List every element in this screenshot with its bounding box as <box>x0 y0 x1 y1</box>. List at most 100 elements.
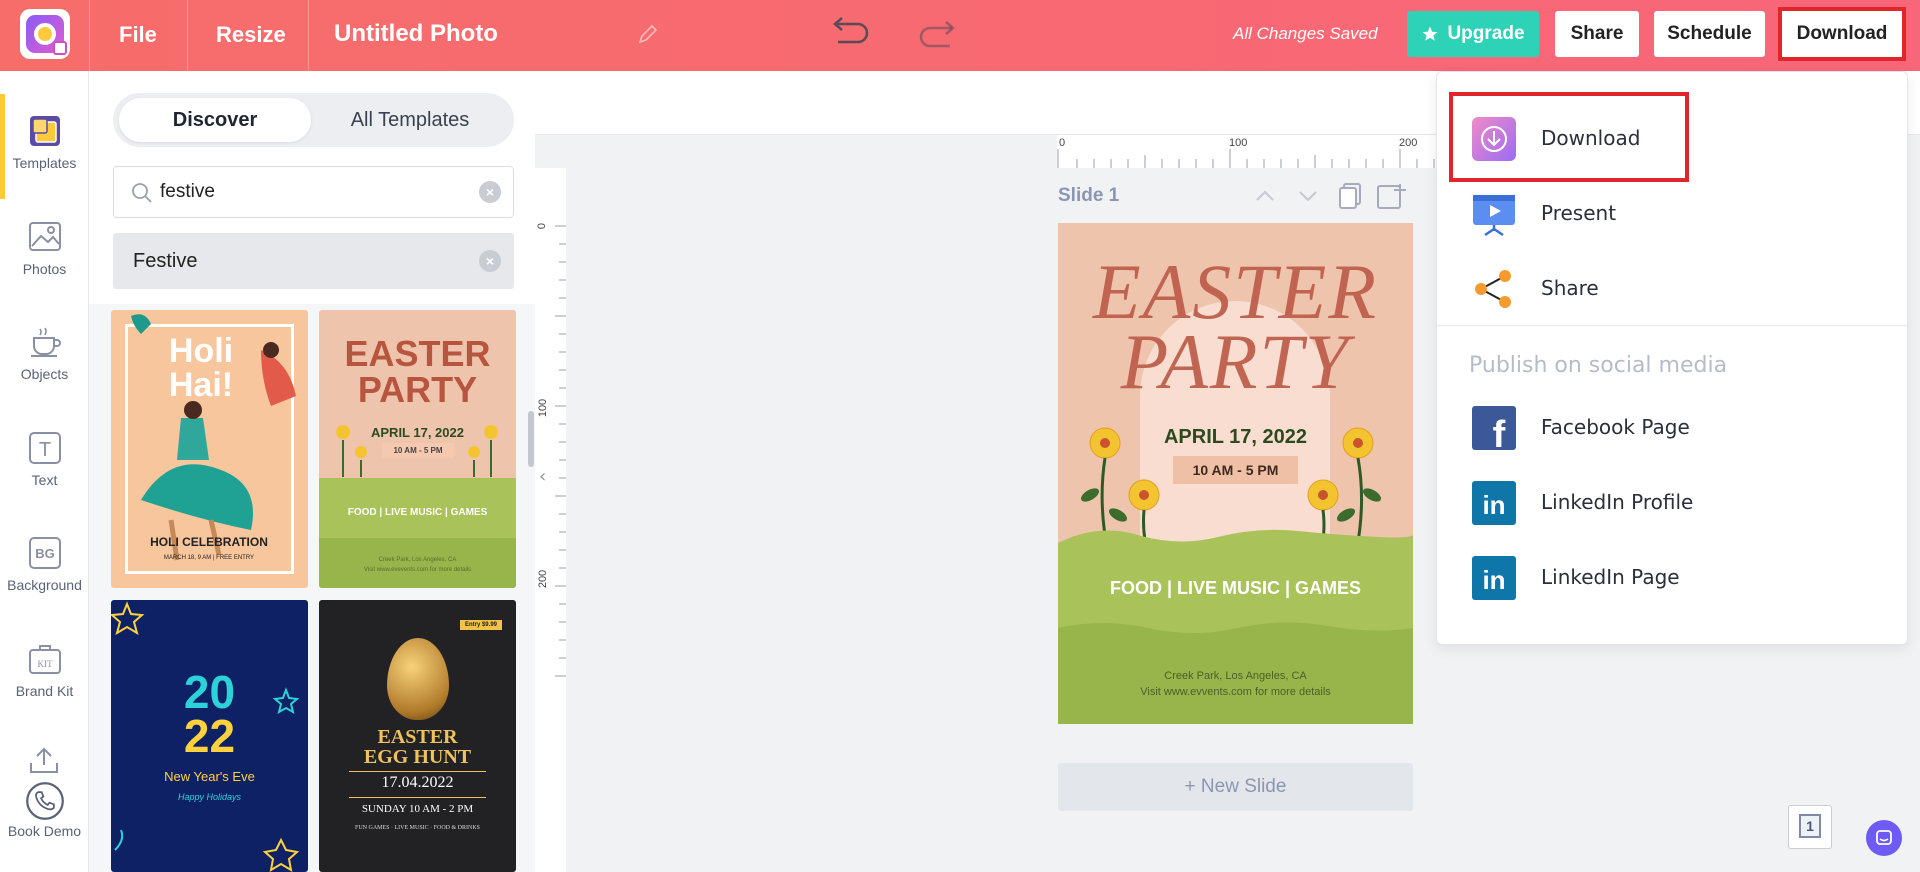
card-title: EASTER <box>344 333 491 374</box>
menu-item-label: Present <box>1541 201 1617 225</box>
present-icon <box>1473 195 1515 237</box>
chevron-up-icon[interactable] <box>1253 184 1277 208</box>
menu-item-facebook-page[interactable]: f Facebook Page <box>1455 393 1885 458</box>
menu-item-linkedin-page[interactable]: in LinkedIn Page <box>1455 543 1885 608</box>
svg-text:in: in <box>1482 565 1505 595</box>
tab-discover[interactable]: Discover <box>119 98 311 142</box>
search-input[interactable]: festive × <box>113 166 514 218</box>
template-card-easter-party[interactable]: EASTER PARTY APRIL 17, 2022 10 AM - 5 PM… <box>319 310 516 588</box>
ruler-ticks <box>555 225 566 677</box>
slide-title[interactable]: EASTER <box>1058 253 1413 331</box>
clear-search-button[interactable]: × <box>479 181 501 203</box>
svg-text:Holi: Holi <box>169 332 233 370</box>
menu-item-download[interactable]: Download <box>1455 104 1885 169</box>
filter-chip[interactable]: Festive × <box>113 233 514 289</box>
rail-item-objects[interactable]: Objects <box>0 324 89 382</box>
tab-all-templates[interactable]: All Templates <box>311 98 509 142</box>
card-year-bottom: 22 <box>183 710 236 762</box>
rail-item-brand-kit[interactable]: KIT Brand Kit <box>0 641 89 699</box>
divider <box>308 0 309 71</box>
rail-item-templates[interactable]: Templates <box>0 113 89 171</box>
page-number: 1 <box>1799 814 1821 838</box>
svg-text:in: in <box>1482 490 1505 520</box>
templates-icon <box>29 116 60 146</box>
filter-chip-label: Festive <box>133 250 198 272</box>
card-title: EASTER <box>377 726 458 748</box>
rail-item-book-demo[interactable]: Book Demo <box>0 781 89 839</box>
share-icon <box>1475 270 1511 308</box>
card-price-tag: Entry $9.99 <box>459 620 502 630</box>
new-slide-button[interactable]: + New Slide <box>1058 763 1413 811</box>
left-rail: Templates Photos Objects T Text BG Backg… <box>0 71 89 872</box>
search-value: festive <box>160 181 215 202</box>
upgrade-label: Upgrade <box>1447 23 1525 44</box>
rail-label: Text <box>31 472 58 488</box>
undo-icon[interactable] <box>830 14 870 48</box>
schedule-button[interactable]: Schedule <box>1654 11 1765 57</box>
brand-kit-icon: KIT <box>28 645 61 674</box>
resize-menu[interactable]: Resize <box>216 22 286 48</box>
svg-text:HOLI CELEBRATION: HOLI CELEBRATION <box>150 535 268 549</box>
text-icon: T <box>28 432 61 464</box>
document-title[interactable]: Untitled Photo <box>334 20 498 48</box>
rail-item-photos[interactable]: Photos <box>0 219 89 277</box>
remove-filter-button[interactable]: × <box>479 250 501 272</box>
svg-text:f: f <box>1493 414 1506 451</box>
rail-item-text[interactable]: T Text <box>0 430 89 488</box>
page-indicator[interactable]: 1 <box>1788 805 1832 849</box>
chevron-down-icon[interactable] <box>1296 184 1320 208</box>
upgrade-button[interactable]: Upgrade <box>1407 11 1539 57</box>
card-title: New Year's Eve <box>164 769 255 784</box>
add-slide-icon[interactable] <box>1376 182 1408 210</box>
top-bar: File Resize Untitled Photo All Changes S… <box>0 0 1920 71</box>
file-menu[interactable]: File <box>119 22 157 48</box>
svg-text:Hai!: Hai! <box>169 366 233 404</box>
redo-icon[interactable] <box>918 18 958 52</box>
svg-text:MARCH 18, 9 AM | FREE ENTRY: MARCH 18, 9 AM | FREE ENTRY <box>164 555 254 561</box>
app-logo[interactable] <box>20 9 70 59</box>
rail-label: Book Demo <box>7 823 82 839</box>
slide-label: Slide 1 <box>1058 185 1120 206</box>
slide-website[interactable]: Visit www.evvents.com for more details <box>1058 686 1413 698</box>
photos-icon <box>28 222 61 251</box>
card-year-top: 20 <box>183 666 236 718</box>
rail-item-background[interactable]: BG Background <box>0 535 89 593</box>
svg-text:T: T <box>38 439 50 461</box>
template-card-egg-hunt[interactable]: Entry $9.99 EASTER EGG HUNT 17.04.2022 S… <box>319 600 516 872</box>
card-subtitle: Happy Holidays <box>177 792 242 802</box>
share-button[interactable]: Share <box>1555 11 1639 57</box>
menu-item-label: Share <box>1541 276 1599 300</box>
card-title: PARTY <box>357 369 478 410</box>
flowers-illustration <box>336 425 498 477</box>
card-title: EGG HUNT <box>363 746 472 768</box>
linkedin-icon: in <box>1472 556 1516 600</box>
search-icon <box>132 183 152 203</box>
slide-subtitle[interactable]: FOOD | LIVE MUSIC | GAMES <box>1058 578 1413 599</box>
card-subtitle: FOOD | LIVE MUSIC | GAMES <box>347 507 488 518</box>
download-menu: Download Present Share Publish on social… <box>1436 71 1908 645</box>
divider <box>187 0 188 71</box>
upload-icon[interactable] <box>28 745 60 775</box>
card-subtitle: FUN GAMES · LIVE MUSIC · FOOD & DRINKS <box>354 825 480 831</box>
slide-title[interactable]: PARTY <box>1058 323 1413 401</box>
vertical-ruler: 0 100 200 <box>535 168 566 872</box>
chat-button[interactable] <box>1866 820 1902 856</box>
menu-item-linkedin-profile[interactable]: in LinkedIn Profile <box>1455 468 1885 533</box>
menu-item-share[interactable]: Share <box>1455 254 1885 319</box>
menu-item-present[interactable]: Present <box>1455 179 1885 244</box>
slide-canvas[interactable]: EASTER PARTY APRIL 17, 2022 10 AM - 5 PM… <box>1058 223 1413 724</box>
template-card-new-year[interactable]: 20 22 New Year's Eve Happy Holidays <box>111 600 308 872</box>
pencil-icon[interactable] <box>636 22 660 46</box>
download-icon <box>1472 117 1516 161</box>
social-heading: Publish on social media <box>1469 353 1728 378</box>
background-icon: BG <box>28 537 61 569</box>
slide-address[interactable]: Creek Park, Los Angeles, CA <box>1058 670 1413 682</box>
panel-scrollbar[interactable] <box>528 411 534 467</box>
template-card-holi[interactable]: Holi Hai! HOLI CELEBRATION MARCH 18, 9 A… <box>111 310 308 588</box>
collapse-panel-button[interactable]: ‹ <box>539 466 546 487</box>
ruler-label: 200 <box>537 569 550 589</box>
download-button[interactable]: Download <box>1778 7 1906 61</box>
svg-text:BG: BG <box>35 546 55 561</box>
duplicate-slide-icon[interactable] <box>1337 182 1363 210</box>
dancer-illustration: Holi Hai! HOLI CELEBRATION MARCH 18, 9 A… <box>131 314 296 561</box>
